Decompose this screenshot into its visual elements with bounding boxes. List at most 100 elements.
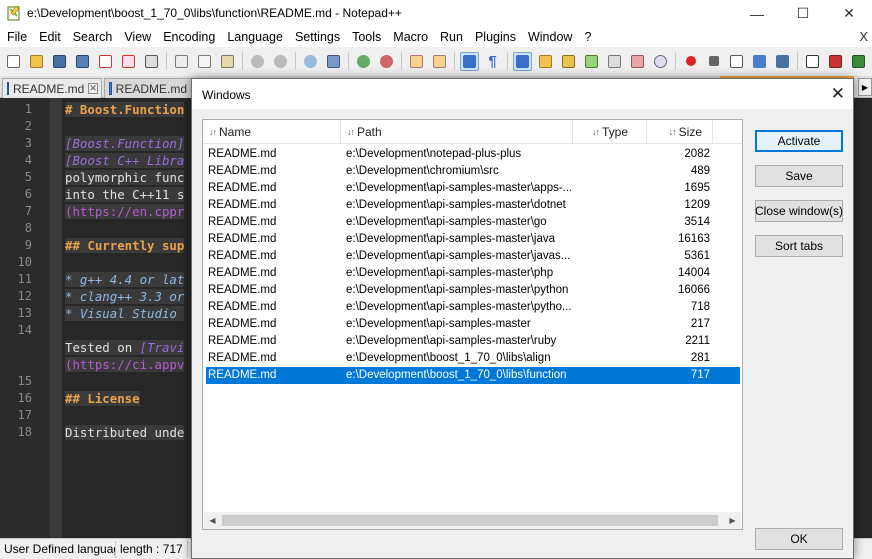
menu-macro[interactable]: Macro [387, 30, 434, 44]
maximize-button[interactable]: ☐ [780, 0, 826, 27]
plugin-button-1[interactable] [803, 52, 822, 71]
table-row[interactable]: README.md e:\Development\notepad-plus-plu… [206, 146, 740, 163]
scrollbar-thumb[interactable] [222, 515, 718, 526]
zoom-out-button[interactable] [377, 52, 396, 71]
table-row[interactable]: README.md e:\Development\api-samples-mast… [206, 282, 740, 299]
close-all-button[interactable] [119, 52, 138, 71]
zoom-in-button[interactable] [354, 52, 373, 71]
table-row[interactable]: README.md e:\Development\chromium\src 489 [206, 163, 740, 180]
close-button[interactable]: ✕ [826, 0, 872, 27]
plugin-button-3[interactable] [849, 52, 868, 71]
dialog-close-icon[interactable]: ✕ [831, 84, 845, 104]
record-macro-button[interactable] [681, 52, 700, 71]
table-row[interactable]: README.md e:\Development\api-samples-mast… [206, 180, 740, 197]
minimize-button[interactable]: — [734, 0, 780, 27]
undo-button[interactable] [248, 52, 267, 71]
menu-file[interactable]: File [1, 30, 33, 44]
monitoring-button[interactable] [651, 52, 670, 71]
close-file-icon [99, 54, 112, 68]
code-token: [Travi [139, 340, 185, 355]
table-row[interactable]: README.md e:\Development\api-samples-mast… [206, 333, 740, 350]
table-row[interactable]: README.md e:\Development\boost_1_70_0\lib… [206, 350, 740, 367]
close-document-icon[interactable]: X [859, 29, 868, 44]
save-button[interactable]: Save [755, 165, 843, 187]
table-row[interactable]: README.md e:\Development\api-samples-mast… [206, 231, 740, 248]
column-header-path[interactable]: ↓↑ Path [341, 120, 573, 144]
menu-plugins[interactable]: Plugins [469, 30, 522, 44]
cell-name: README.md [208, 165, 277, 177]
cut-button[interactable] [172, 52, 191, 71]
column-header-size[interactable]: ↓↑ Size [647, 120, 713, 144]
folder-as-workspace-button[interactable] [628, 52, 647, 71]
menu-settings[interactable]: Settings [289, 30, 346, 44]
sync-vertical-button[interactable] [407, 52, 426, 71]
cut-icon [175, 54, 188, 68]
table-row[interactable]: README.md e:\Development\api-samples-mast… [206, 214, 740, 231]
scroll-left-icon[interactable]: ◀ [204, 512, 221, 529]
menu-edit[interactable]: Edit [33, 30, 67, 44]
code-line: [Boost.Function] [65, 136, 185, 151]
open-file-button[interactable] [27, 52, 46, 71]
close-windows-button[interactable]: Close window(s) [755, 200, 843, 222]
table-row[interactable]: README.md e:\Development\api-samples-mast… [206, 299, 740, 316]
horizontal-scrollbar[interactable]: ◀ ▶ [204, 512, 741, 529]
cell-name: README.md [208, 216, 277, 228]
line-number: 4 [24, 153, 32, 167]
paste-button[interactable] [218, 52, 237, 71]
new-file-button[interactable] [4, 52, 23, 71]
save-all-button[interactable] [73, 52, 92, 71]
table-row[interactable]: README.md e:\Development\api-samples-mast… [206, 197, 740, 214]
copy-button[interactable] [195, 52, 214, 71]
replace-button[interactable] [324, 52, 343, 71]
ok-button[interactable]: OK [755, 528, 843, 550]
stop-macro-button[interactable] [704, 52, 723, 71]
find-button[interactable] [301, 52, 320, 71]
indent-guide-button[interactable] [513, 51, 532, 71]
line-number: 1 [24, 102, 32, 116]
save-macro-button[interactable] [773, 52, 792, 71]
toolbar-separator [348, 52, 349, 70]
sync-horizontal-button[interactable] [430, 52, 449, 71]
table-row[interactable]: README.md e:\Development\api-samples-mast… [206, 248, 740, 265]
column-header-name[interactable]: ↓↑ Name [203, 120, 341, 144]
close-tab-icon[interactable]: ✕ [88, 83, 98, 94]
cell-size: 489 [690, 165, 710, 177]
tab-readme-1[interactable]: README.md ✕ [2, 78, 102, 98]
activate-button[interactable]: Activate [755, 130, 843, 152]
close-file-button[interactable] [96, 52, 115, 71]
table-row[interactable]: README.md e:\Development\boost_1_70_0\lib… [206, 367, 740, 384]
tab-readme-2[interactable]: README.md [104, 78, 192, 98]
menu-run[interactable]: Run [434, 30, 469, 44]
menu-encoding[interactable]: Encoding [157, 30, 221, 44]
play-macro-button[interactable] [727, 52, 746, 71]
windows-list[interactable]: ↓↑ Name ↓↑ Path ↓↑ Type ↓↑ Size README.md e:\… [202, 119, 743, 530]
function-list-button[interactable] [582, 52, 601, 71]
udl-button[interactable] [536, 52, 555, 71]
menu-view[interactable]: View [118, 30, 157, 44]
sort-tabs-button[interactable]: Sort tabs [755, 235, 843, 257]
folder-workspace-button[interactable] [605, 52, 624, 71]
menu-help[interactable]: ? [578, 30, 597, 44]
menu-tools[interactable]: Tools [346, 30, 387, 44]
tab-scroll-right-icon[interactable]: ▶ [858, 78, 872, 96]
cell-path: e:\Development\api-samples-master\pytho.… [346, 301, 571, 313]
doc-map-button[interactable] [559, 52, 578, 71]
save-button[interactable] [50, 52, 69, 71]
cell-path: e:\Development\boost_1_70_0\libs\functio… [346, 369, 567, 381]
scroll-right-icon[interactable]: ▶ [724, 512, 741, 529]
list-icon [829, 54, 842, 68]
plugin-button-2[interactable] [826, 52, 845, 71]
menu-language[interactable]: Language [221, 30, 289, 44]
redo-button[interactable] [271, 52, 290, 71]
column-header-type[interactable]: ↓↑ Type [573, 120, 647, 144]
run-macro-multiple-button[interactable] [750, 52, 769, 71]
word-wrap-button[interactable] [460, 51, 479, 71]
status-length: length : 717 [116, 540, 188, 558]
print-button[interactable] [142, 52, 161, 71]
sync-horizontal-icon [433, 54, 446, 68]
table-row[interactable]: README.md e:\Development\api-samples-mast… [206, 265, 740, 282]
menu-window[interactable]: Window [522, 30, 578, 44]
show-all-chars-button[interactable]: ¶ [483, 52, 502, 71]
table-row[interactable]: README.md e:\Development\api-samples-mast… [206, 316, 740, 333]
menu-search[interactable]: Search [67, 30, 119, 44]
